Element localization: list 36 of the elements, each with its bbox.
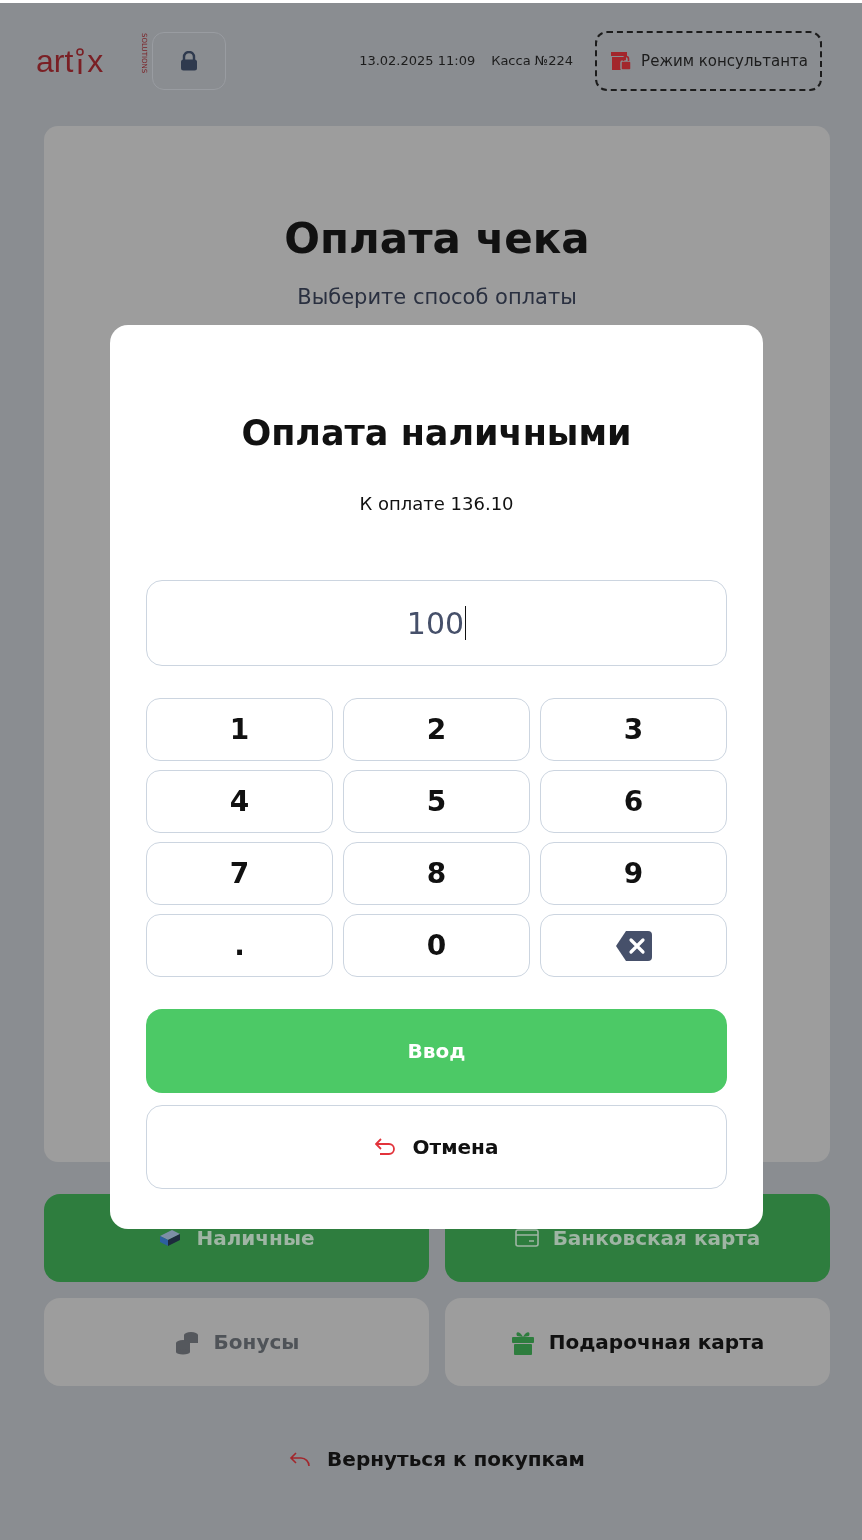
keypad-key[interactable]: 0 (343, 914, 530, 977)
back-link[interactable]: Вернуться к покупкам (283, 1446, 591, 1472)
lock-icon (180, 50, 198, 71)
store-lock-icon (609, 49, 634, 72)
banknotes-icon (158, 1228, 183, 1248)
amount-due: К оплате 136.10 (358, 493, 515, 514)
backspace-key[interactable] (540, 914, 727, 977)
consultant-mode-button[interactable]: Режим консультанта (595, 30, 822, 91)
register-number: Касса №224 (491, 53, 574, 68)
page-title: Оплата чека (284, 214, 590, 263)
return-arrow-icon (374, 1138, 397, 1156)
backspace-icon (615, 930, 652, 961)
logo-text: art (36, 44, 74, 77)
modal-title: Оплата наличными (240, 413, 633, 453)
keypad-key[interactable]: 5 (343, 770, 530, 833)
keypad-key[interactable]: 3 (540, 698, 727, 761)
amount-input-field[interactable]: 100 (146, 580, 727, 666)
keypad-key[interactable]: 2 (343, 698, 530, 761)
keypad-key[interactable]: 7 (146, 842, 333, 905)
date-time: 13.02.2025 11:09 (359, 53, 476, 68)
logo-i-icon (75, 47, 86, 74)
payment-method-button[interactable]: Подарочная карта (445, 1298, 830, 1386)
keypad-key[interactable]: 8 (343, 842, 530, 905)
gift-icon (510, 1329, 535, 1355)
keypad-key[interactable]: 9 (540, 842, 727, 905)
keypad-key[interactable]: 6 (540, 770, 727, 833)
keypad-key[interactable]: . (146, 914, 333, 977)
keypad-key[interactable]: 4 (146, 770, 333, 833)
return-arrow-icon (289, 1451, 312, 1467)
lock-button[interactable] (152, 31, 226, 90)
coins-icon (173, 1329, 200, 1355)
keypad-key[interactable]: 1 (146, 698, 333, 761)
credit-card-icon (514, 1229, 539, 1247)
cancel-button[interactable]: Отмена (146, 1105, 727, 1189)
logo-text: x (87, 44, 104, 77)
page-subtitle: Выберите способ оплаты (297, 285, 577, 309)
